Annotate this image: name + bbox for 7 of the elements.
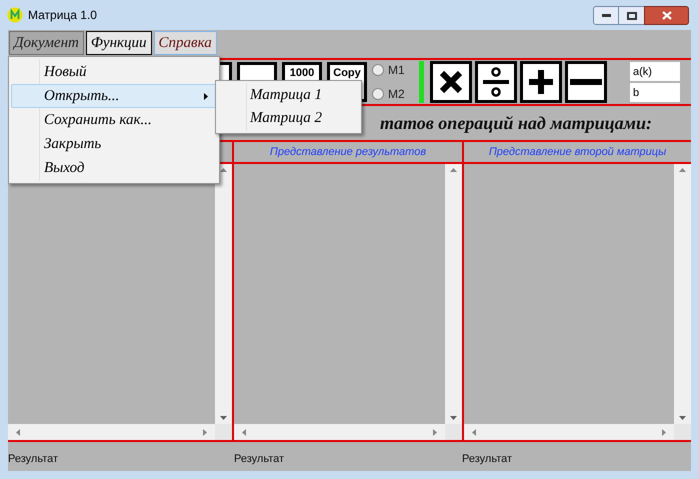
status-label: Результат [8,453,58,465]
panel-header: Представление результатов [270,144,426,160]
status-label: Результат [462,453,512,465]
window-title: Матрица 1.0 [28,7,97,24]
panel-header: Представление второй матрицы [488,144,666,160]
status-label: Результат [234,453,284,465]
section-heading: татов операций над матрицами: [380,112,652,135]
